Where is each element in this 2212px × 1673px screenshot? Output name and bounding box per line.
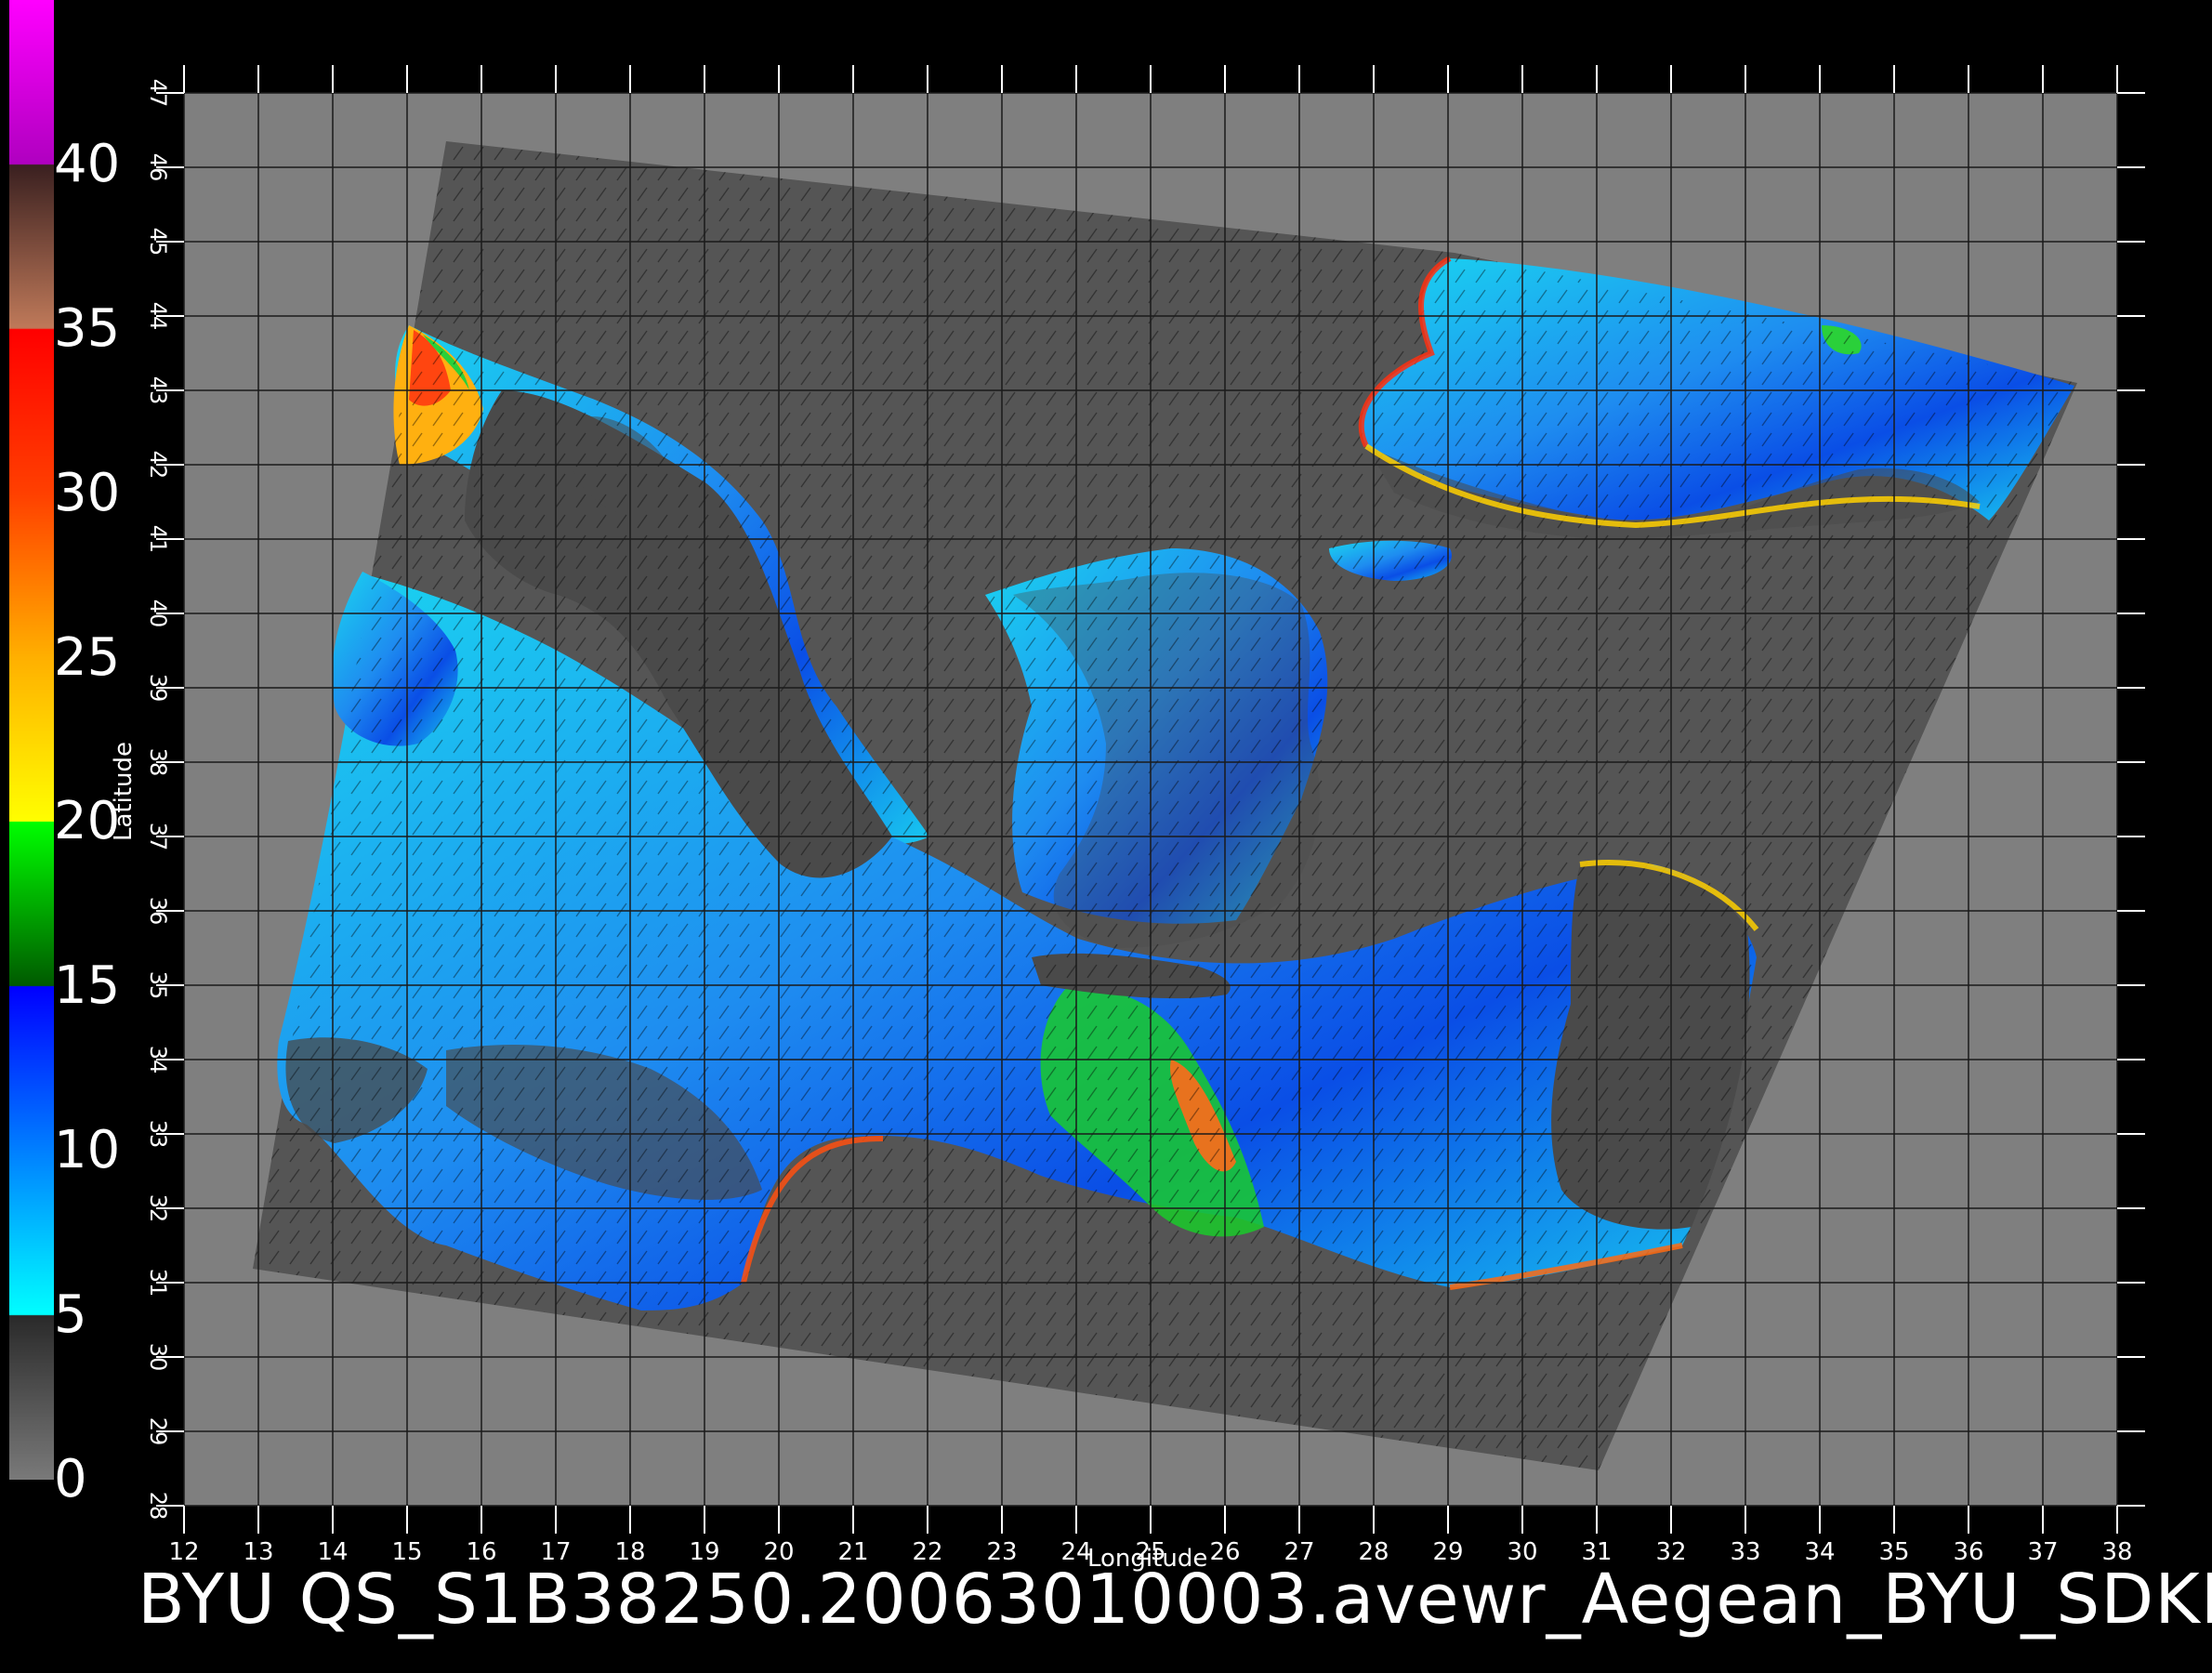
- y-tick-label: 44: [145, 302, 171, 331]
- wind-speed-map: 12 13 14 15 16 17 18 19 20 21 22 23 24 25 26 27 28 29 30 31…: [145, 65, 2145, 1566]
- y-tick-label: 32: [145, 1194, 171, 1223]
- y-tick-label: 45: [145, 228, 171, 257]
- y-tick-label: 42: [145, 451, 171, 480]
- colorbar-label: 35: [54, 297, 121, 359]
- map-title: BYU QS_S1B38250.20063010003.avewr_Aegean…: [138, 1560, 2212, 1640]
- colorbar: [9, 0, 54, 1480]
- y-tick-label: 41: [145, 525, 171, 554]
- y-tick-label: 39: [145, 674, 171, 703]
- colorbar-label: 25: [54, 626, 121, 688]
- colorbar-label: 10: [54, 1120, 121, 1181]
- colorbar-label: 30: [54, 462, 121, 523]
- y-tick-label: 40: [145, 599, 171, 628]
- y-tick-label: 38: [145, 748, 171, 777]
- colorbar-label: 15: [54, 955, 121, 1017]
- y-tick-label: 29: [145, 1417, 171, 1446]
- colorbar-label: 5: [54, 1284, 87, 1346]
- y-axis-label: Latitude: [110, 741, 138, 841]
- y-tick-label: 34: [145, 1046, 171, 1074]
- colorbar-label: 40: [54, 133, 121, 194]
- y-tick-label: 46: [145, 153, 171, 182]
- y-tick-label: 47: [145, 79, 171, 108]
- colorbar-label: 0: [54, 1449, 87, 1509]
- y-tick-label: 30: [145, 1343, 171, 1372]
- y-tick-label: 33: [145, 1120, 171, 1149]
- y-tick-label: 37: [145, 823, 171, 851]
- y-tick-label: 35: [145, 971, 171, 1000]
- y-tick-label: 31: [145, 1269, 171, 1298]
- y-tick-label: 36: [145, 897, 171, 926]
- y-tick-label: 43: [145, 376, 171, 405]
- y-tick-label: 28: [145, 1492, 171, 1521]
